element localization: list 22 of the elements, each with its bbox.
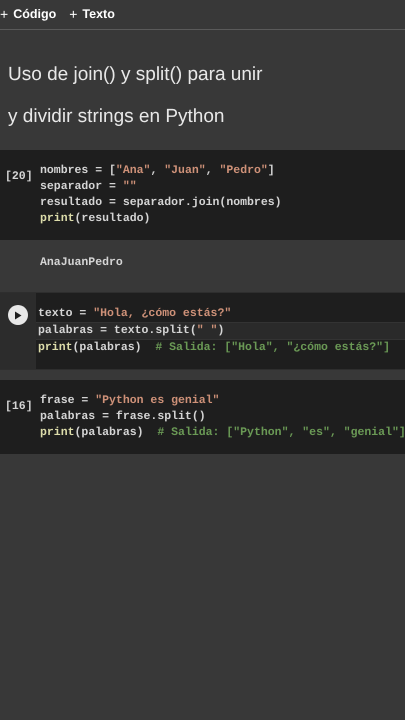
- code-cell[interactable]: texto = "Hola, ¿cómo estás?" palabras = texto.split(" ") print(palabras) # Salida: ["Hola", "¿cómo estás?"]: [0, 292, 405, 370]
- cell-output: AnaJuanPedro: [40, 256, 123, 269]
- code-line: texto = "Hola, ¿cómo estás?": [38, 306, 232, 322]
- code-line: print(palabras) # Salida: ["Python", "es", "genial"]: [40, 425, 405, 441]
- execution-count: [20]: [5, 170, 33, 183]
- section-heading: y dividir strings en Python: [8, 105, 226, 129]
- code-line: frase = "Python es genial": [40, 393, 220, 409]
- code-line: print(palabras) # Salida: ["Hola", "¿cómo estás?"]: [38, 340, 391, 356]
- code-line: nombres = ["Ana", "Juan", "Pedro"]: [40, 163, 276, 179]
- plus-icon: +: [0, 4, 8, 25]
- code-line: resultado = separador.join(nombres): [40, 195, 283, 211]
- execution-count: [16]: [5, 400, 33, 413]
- code-line: palabras = frase.split(): [40, 409, 207, 425]
- section-heading: Uso de join() y split() para unir: [8, 63, 264, 87]
- code-line: separador = "": [40, 179, 138, 195]
- plus-icon: +: [69, 4, 78, 25]
- add-cell-button[interactable]: + Código: [0, 4, 56, 25]
- code-line: print(resultado): [40, 211, 152, 227]
- code-cell[interactable]: [20] nombres = ["Ana", "Juan", "Pedro"] separador = "" resultado = separador.join(nombres) print(resultado): [0, 150, 405, 240]
- run-button[interactable]: [8, 305, 28, 325]
- play-icon: [14, 310, 22, 320]
- add-cell-button[interactable]: + Texto: [69, 4, 115, 25]
